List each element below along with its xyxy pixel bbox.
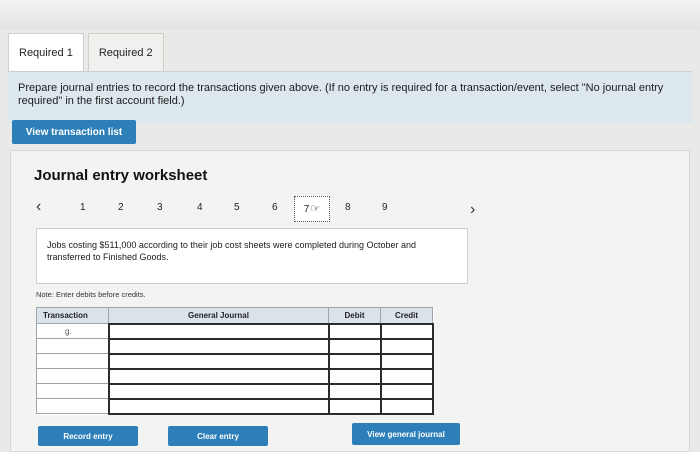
- table-row: [36, 337, 434, 355]
- table-row: g.: [36, 322, 434, 340]
- table-row: [36, 382, 434, 400]
- hand-pointer-icon: ☞: [310, 202, 321, 215]
- debit-input[interactable]: [327, 397, 382, 415]
- credit-input[interactable]: [379, 337, 434, 355]
- table-row: [36, 397, 434, 415]
- nav-number-1[interactable]: 1: [80, 202, 86, 213]
- requirement-tabs: Required 1 Required 2: [8, 33, 168, 71]
- transaction-cell: [36, 383, 109, 399]
- tab-required-1[interactable]: Required 1: [8, 33, 84, 71]
- debit-input[interactable]: [327, 367, 382, 385]
- debits-note: Note: Enter debits before credits.: [36, 290, 146, 299]
- transaction-description: Jobs costing $511,000 according to their…: [36, 228, 468, 284]
- account-input[interactable]: [107, 367, 330, 385]
- nav-number-3[interactable]: 3: [157, 202, 163, 213]
- nav-number-7-label: 7: [303, 203, 310, 215]
- debit-input[interactable]: [327, 337, 382, 355]
- instructions: Prepare journal entries to record the tr…: [8, 71, 692, 123]
- worksheet-title: Journal entry worksheet: [34, 167, 208, 184]
- browser-strip: [0, 0, 700, 30]
- chevron-right-icon[interactable]: ›: [470, 201, 475, 219]
- credit-input[interactable]: [379, 322, 434, 340]
- chevron-left-icon[interactable]: ‹: [36, 198, 41, 216]
- debit-input[interactable]: [327, 322, 382, 340]
- journal-table: Transaction General Journal Debit Credit…: [36, 307, 434, 415]
- credit-input[interactable]: [379, 397, 434, 415]
- table-header-row: Transaction General Journal Debit Credit: [36, 307, 433, 324]
- credit-input[interactable]: [379, 382, 434, 400]
- header-debit: Debit: [328, 307, 381, 324]
- view-general-journal-button[interactable]: View general journal: [352, 423, 460, 445]
- header-general-journal: General Journal: [108, 307, 329, 324]
- clear-entry-button[interactable]: Clear entry: [168, 426, 268, 446]
- header-credit: Credit: [380, 307, 433, 324]
- table-row: [36, 352, 434, 370]
- transaction-cell: [36, 398, 109, 414]
- transaction-cell: [36, 353, 109, 369]
- account-input[interactable]: [107, 397, 330, 415]
- nav-number-4[interactable]: 4: [197, 202, 203, 213]
- debit-input[interactable]: [327, 382, 382, 400]
- entry-navigation: ‹ 1 2 3 4 5 6 7 ☞ 8 9 ›: [30, 196, 490, 226]
- credit-input[interactable]: [379, 367, 434, 385]
- account-input[interactable]: [107, 322, 330, 340]
- transaction-cell: g.: [36, 323, 109, 339]
- nav-number-5[interactable]: 5: [234, 202, 240, 213]
- tab-required-2[interactable]: Required 2: [87, 33, 164, 71]
- nav-number-9[interactable]: 9: [382, 202, 388, 213]
- account-input[interactable]: [107, 337, 330, 355]
- record-entry-button[interactable]: Record entry: [38, 426, 138, 446]
- transaction-cell: [36, 338, 109, 354]
- nav-number-8[interactable]: 8: [345, 202, 351, 213]
- transaction-cell: [36, 368, 109, 384]
- account-input[interactable]: [107, 382, 330, 400]
- table-row: [36, 367, 434, 385]
- debit-input[interactable]: [327, 352, 382, 370]
- nav-number-2[interactable]: 2: [118, 202, 124, 213]
- nav-number-6[interactable]: 6: [272, 202, 278, 213]
- account-input[interactable]: [107, 352, 330, 370]
- credit-input[interactable]: [379, 352, 434, 370]
- nav-number-7-current[interactable]: 7 ☞: [294, 196, 330, 222]
- header-transaction: Transaction: [36, 307, 109, 324]
- view-transaction-list-button[interactable]: View transaction list: [12, 120, 136, 144]
